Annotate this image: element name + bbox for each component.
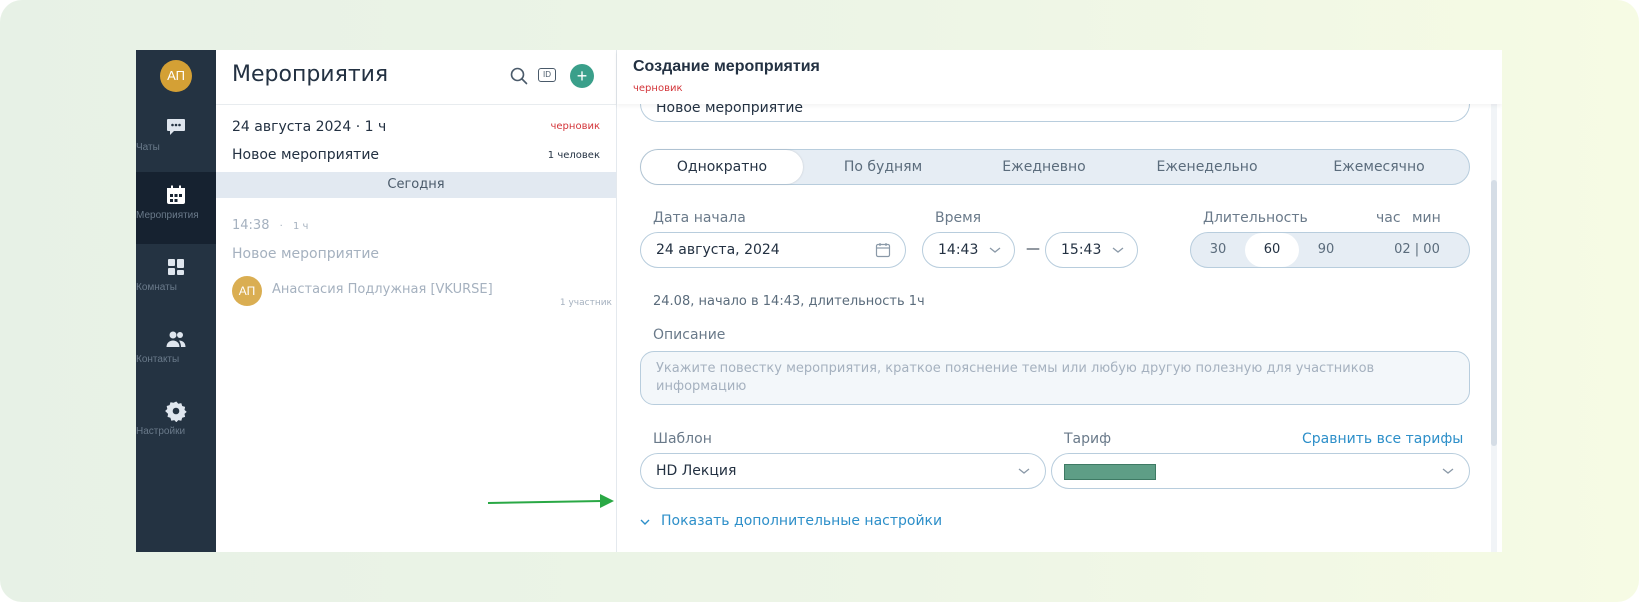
- description-textarea[interactable]: Укажите повестку мероприятия, краткое по…: [640, 351, 1470, 405]
- today-event-time[interactable]: 14:38 · 1 ч: [232, 218, 308, 233]
- nav-item-label: Чаты: [136, 142, 160, 153]
- chat-icon: [167, 119, 185, 135]
- time-range-dash: —: [1026, 241, 1040, 257]
- today-event-duration: 1 ч: [292, 221, 309, 232]
- calendar-icon[interactable]: [875, 242, 891, 258]
- chevron-down-icon: [1112, 247, 1124, 253]
- event-status-badge: черновик: [550, 121, 601, 132]
- gear-icon: [165, 401, 187, 422]
- chevron-down-icon: [1018, 468, 1030, 474]
- calendar-icon: [167, 185, 185, 204]
- repeat-option-weekly[interactable]: Еженедельно: [1125, 150, 1289, 184]
- id-icon[interactable]: ID: [538, 68, 556, 82]
- duration-label: Длительность: [1203, 210, 1308, 226]
- create-event-form: Создание мероприятия черновик Новое меро…: [617, 50, 1502, 552]
- nav-item-settings[interactable]: Настройки: [136, 388, 216, 460]
- nav-item-contacts[interactable]: Контакты: [136, 316, 216, 388]
- duration-custom-input[interactable]: 02 | 00: [1367, 233, 1467, 267]
- nav-rail: АП Чаты Мероприятия Комнаты Контакты Нас…: [136, 50, 216, 552]
- nav-item-label: Настройки: [136, 426, 186, 437]
- compare-tariffs-link[interactable]: Сравнить все тарифы: [1302, 431, 1463, 447]
- nav-item-label: Контакты: [136, 354, 180, 365]
- tariff-select[interactable]: [1051, 453, 1470, 489]
- time-to-value: 15:43: [1061, 242, 1102, 258]
- show-more-settings-toggle[interactable]: Показать дополнительные настройки: [639, 511, 959, 535]
- search-icon[interactable]: [508, 65, 530, 87]
- repeat-option-weekdays[interactable]: По будням: [803, 150, 963, 184]
- user-avatar[interactable]: АП: [160, 60, 192, 92]
- chevron-down-icon: [1442, 468, 1454, 474]
- repeat-option-daily[interactable]: Ежедневно: [963, 150, 1125, 184]
- nav-item-chats[interactable]: Чаты: [136, 104, 216, 176]
- add-event-button[interactable]: +: [570, 64, 594, 88]
- repeat-option-monthly[interactable]: Ежемесячно: [1289, 150, 1469, 184]
- duration-option-60[interactable]: 60: [1245, 233, 1299, 267]
- start-date-input[interactable]: 24 августа, 2024: [640, 232, 906, 268]
- today-event-dot: ·: [279, 221, 283, 232]
- organizer-avatar: АП: [232, 276, 262, 306]
- page-title: Мероприятия: [232, 62, 389, 87]
- template-label: Шаблон: [653, 431, 712, 447]
- rooms-icon: [168, 259, 184, 275]
- event-card[interactable]: 24 августа 2024 · 1 ч черновик Новое мер…: [216, 105, 616, 227]
- organizer-name: Анастасия Подлужная [VKURSE]: [272, 282, 493, 297]
- template-select[interactable]: HD Лекция: [640, 453, 1046, 489]
- scrollbar[interactable]: [1491, 104, 1497, 552]
- events-list-panel: Мероприятия ID + 24 августа 2024 · 1 ч ч…: [216, 50, 617, 552]
- nav-item-label: Мероприятия: [136, 210, 199, 221]
- duration-minute-label: мин: [1412, 210, 1441, 226]
- contacts-icon: [166, 331, 186, 347]
- event-name: Новое мероприятие: [232, 147, 380, 163]
- form-status-badge: черновик: [633, 83, 683, 94]
- nav-item-label: Комнаты: [136, 282, 177, 293]
- time-from-value: 14:43: [938, 242, 979, 258]
- chevron-down-icon: [640, 519, 650, 525]
- start-date-value: 24 августа, 2024: [656, 242, 780, 258]
- app-window: АП Чаты Мероприятия Комнаты Контакты Нас…: [136, 50, 1502, 552]
- duration-selector: 30 60 90 02 | 00: [1190, 232, 1470, 268]
- tariff-label: Тариф: [1064, 431, 1112, 447]
- form-title: Создание мероприятия: [633, 58, 820, 75]
- section-header-today: Сегодня: [216, 172, 616, 198]
- today-event-name[interactable]: Новое мероприятие: [232, 246, 379, 262]
- participants-count: 1 участник: [559, 298, 612, 308]
- event-people-count: 1 человек: [547, 150, 600, 161]
- nav-item-rooms[interactable]: Комнаты: [136, 244, 216, 316]
- arrow-annotation: [487, 494, 614, 508]
- tariff-value-redacted: [1064, 464, 1156, 480]
- duration-option-90[interactable]: 90: [1299, 233, 1353, 267]
- show-more-settings-label: Показать дополнительные настройки: [661, 513, 943, 529]
- list-header: Мероприятия ID +: [216, 50, 616, 105]
- template-value: HD Лекция: [656, 463, 737, 479]
- duration-option-30[interactable]: 30: [1191, 233, 1245, 267]
- description-label: Описание: [653, 327, 726, 343]
- event-date: 24 августа 2024 · 1 ч: [232, 119, 387, 135]
- time-from-select[interactable]: 14:43: [922, 232, 1015, 268]
- repeat-option-once[interactable]: Однократно: [641, 150, 803, 184]
- start-date-label: Дата начала: [653, 210, 746, 226]
- chevron-down-icon: [989, 247, 1001, 253]
- scrollbar-thumb[interactable]: [1491, 180, 1497, 446]
- form-header: Создание мероприятия черновик: [617, 50, 1502, 104]
- duration-hour-label: час: [1376, 210, 1401, 226]
- repeat-selector: Однократно По будням Ежедневно Еженедель…: [640, 149, 1470, 185]
- schedule-summary: 24.08, начало в 14:43, длительность 1ч: [653, 294, 925, 309]
- time-label: Время: [935, 210, 982, 226]
- time-to-select[interactable]: 15:43: [1045, 232, 1138, 268]
- today-event-time-value: 14:38: [232, 218, 270, 233]
- nav-item-events[interactable]: Мероприятия: [136, 172, 216, 244]
